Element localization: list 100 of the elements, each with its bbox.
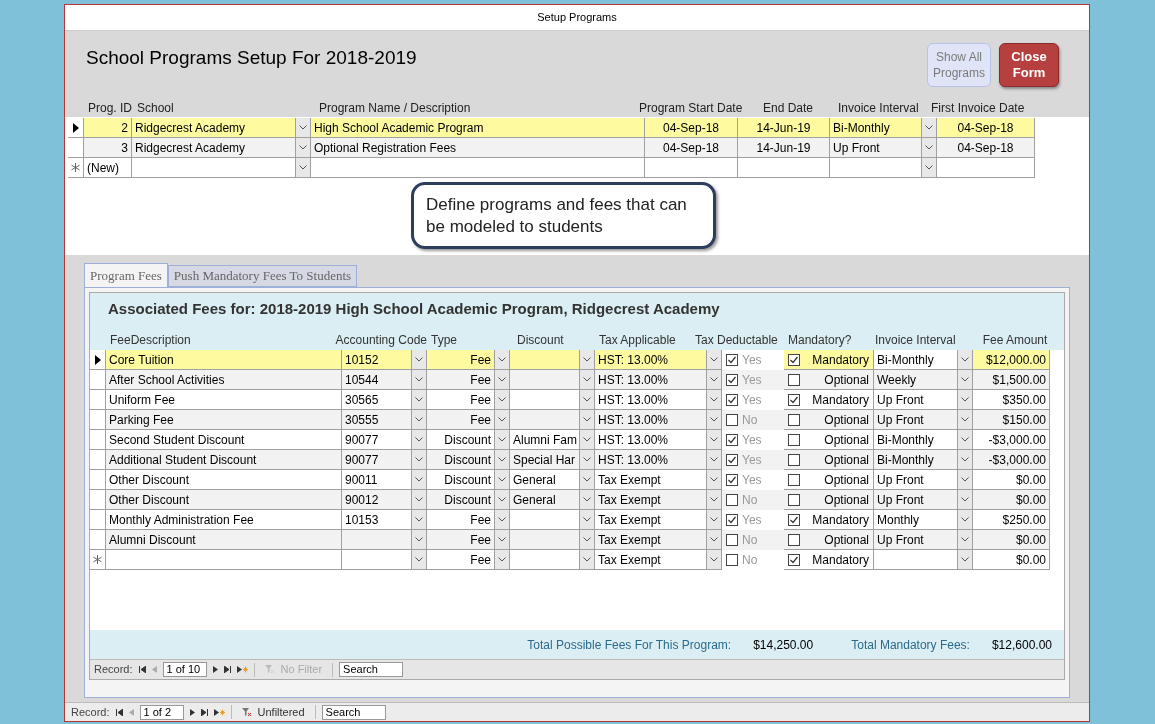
dropdown-button[interactable] xyxy=(580,390,595,410)
table-cell[interactable]: Discount xyxy=(427,450,495,470)
first-record-icon[interactable] xyxy=(138,666,146,673)
table-cell[interactable]: 10152 xyxy=(342,350,412,370)
new-record-icon[interactable] xyxy=(213,708,225,716)
table-cell[interactable]: High School Academic Program xyxy=(311,118,645,139)
dropdown-button[interactable] xyxy=(958,550,973,570)
table-cell[interactable]: $0.00 xyxy=(973,550,1050,570)
search-field[interactable]: Search xyxy=(339,662,404,677)
table-cell[interactable]: Fee xyxy=(427,510,495,530)
table-cell[interactable]: Fee xyxy=(427,410,495,430)
table-cell[interactable]: Ridgecrest Academy xyxy=(132,138,296,159)
table-cell[interactable]: Fee xyxy=(427,390,495,410)
record-position-field[interactable]: 1 of 2 xyxy=(139,704,184,720)
table-cell[interactable]: Discount xyxy=(427,490,495,510)
table-cell[interactable]: Up Front xyxy=(874,410,958,430)
dropdown-button[interactable] xyxy=(580,450,595,470)
table-cell[interactable]: HST: 13.00% xyxy=(595,390,707,410)
dropdown-button[interactable] xyxy=(958,430,973,450)
table-cell[interactable]: Tax Exempt xyxy=(595,530,707,550)
next-record-icon[interactable] xyxy=(189,708,195,716)
table-cell[interactable]: $0.00 xyxy=(973,490,1050,510)
tab[interactable]: Program Fees xyxy=(84,263,168,287)
dropdown-button[interactable] xyxy=(580,530,595,550)
table-cell[interactable]: Parking Fee xyxy=(106,410,342,430)
dropdown-button[interactable] xyxy=(296,158,311,179)
dropdown-button[interactable] xyxy=(922,158,937,179)
table-cell[interactable]: HST: 13.00% xyxy=(595,410,707,430)
dropdown-button[interactable] xyxy=(412,430,427,450)
dropdown-button[interactable] xyxy=(495,550,510,570)
dropdown-button[interactable] xyxy=(580,370,595,390)
dropdown-button[interactable] xyxy=(412,490,427,510)
table-cell[interactable]: Up Front xyxy=(830,138,922,159)
table-cell[interactable]: -$3,000.00 xyxy=(973,450,1050,470)
table-cell[interactable]: 2 xyxy=(84,118,132,139)
dropdown-button[interactable] xyxy=(495,410,510,430)
checkbox[interactable] xyxy=(726,474,738,486)
table-cell[interactable]: $350.00 xyxy=(973,390,1050,410)
dropdown-button[interactable] xyxy=(958,510,973,530)
dropdown-button[interactable] xyxy=(495,510,510,530)
table-cell[interactable]: (New) xyxy=(84,158,132,179)
table-cell[interactable]: Core Tuition xyxy=(106,350,342,370)
table-cell[interactable]: $0.00 xyxy=(973,470,1050,490)
table-cell[interactable] xyxy=(510,510,580,530)
table-cell[interactable]: Alumni Discount xyxy=(106,530,342,550)
table-cell[interactable]: 90012 xyxy=(342,490,412,510)
checkbox[interactable] xyxy=(788,533,800,546)
table-cell[interactable]: Bi-Monthly xyxy=(830,118,922,139)
table-cell[interactable] xyxy=(106,550,342,570)
table-cell[interactable]: 30555 xyxy=(342,410,412,430)
dropdown-button[interactable] xyxy=(412,390,427,410)
table-cell[interactable]: $250.00 xyxy=(973,510,1050,530)
table-cell[interactable] xyxy=(510,350,580,370)
dropdown-button[interactable] xyxy=(922,138,937,159)
table-cell[interactable]: Other Discount xyxy=(106,470,342,490)
table-cell[interactable] xyxy=(830,158,922,179)
table-cell[interactable]: Tax Exempt xyxy=(595,510,707,530)
first-record-icon[interactable] xyxy=(115,708,123,716)
table-cell[interactable]: Tax Exempt xyxy=(595,550,707,570)
table-cell[interactable] xyxy=(132,158,296,179)
last-record-icon[interactable] xyxy=(200,708,208,716)
table-cell[interactable]: Up Front xyxy=(874,490,958,510)
dropdown-button[interactable] xyxy=(958,450,973,470)
table-cell[interactable]: 14-Jun-19 xyxy=(738,138,830,159)
new-record-icon[interactable] xyxy=(236,666,248,673)
dropdown-button[interactable] xyxy=(580,470,595,490)
dropdown-button[interactable] xyxy=(495,350,510,370)
search-field[interactable]: Search xyxy=(321,704,386,720)
dropdown-button[interactable] xyxy=(580,350,595,370)
table-cell[interactable]: Fee xyxy=(427,530,495,550)
record-position-field[interactable]: 1 of 10 xyxy=(162,662,207,677)
checkbox[interactable] xyxy=(726,454,738,466)
table-cell[interactable]: HST: 13.00% xyxy=(595,350,707,370)
table-cell[interactable] xyxy=(342,550,412,570)
checkbox[interactable] xyxy=(788,453,800,466)
table-cell[interactable]: Special Har xyxy=(510,450,580,470)
table-cell[interactable]: Ridgecrest Academy xyxy=(132,118,296,139)
table-cell[interactable]: Uniform Fee xyxy=(106,390,342,410)
table-cell[interactable]: After School Activities xyxy=(106,370,342,390)
table-cell[interactable]: Fee xyxy=(427,550,495,570)
checkbox[interactable] xyxy=(788,373,800,386)
next-record-icon[interactable] xyxy=(212,666,218,673)
table-cell[interactable]: 90077 xyxy=(342,450,412,470)
table-cell[interactable] xyxy=(937,158,1035,179)
dropdown-button[interactable] xyxy=(412,410,427,430)
table-cell[interactable]: Monthly xyxy=(874,510,958,530)
table-cell[interactable]: Bi-Monthly xyxy=(874,430,958,450)
tab[interactable]: Push Mandatory Fees To Students xyxy=(167,265,358,287)
dropdown-button[interactable] xyxy=(412,470,427,490)
table-cell[interactable]: $1,500.00 xyxy=(973,370,1050,390)
dropdown-button[interactable] xyxy=(958,490,973,510)
checkbox[interactable] xyxy=(788,393,800,406)
table-cell[interactable]: $150.00 xyxy=(973,410,1050,430)
dropdown-button[interactable] xyxy=(922,118,937,139)
checkbox[interactable] xyxy=(726,434,738,446)
dropdown-button[interactable] xyxy=(495,370,510,390)
table-cell[interactable]: Discount xyxy=(427,470,495,490)
table-cell[interactable]: 10544 xyxy=(342,370,412,390)
table-cell[interactable]: Up Front xyxy=(874,470,958,490)
dropdown-button[interactable] xyxy=(495,390,510,410)
